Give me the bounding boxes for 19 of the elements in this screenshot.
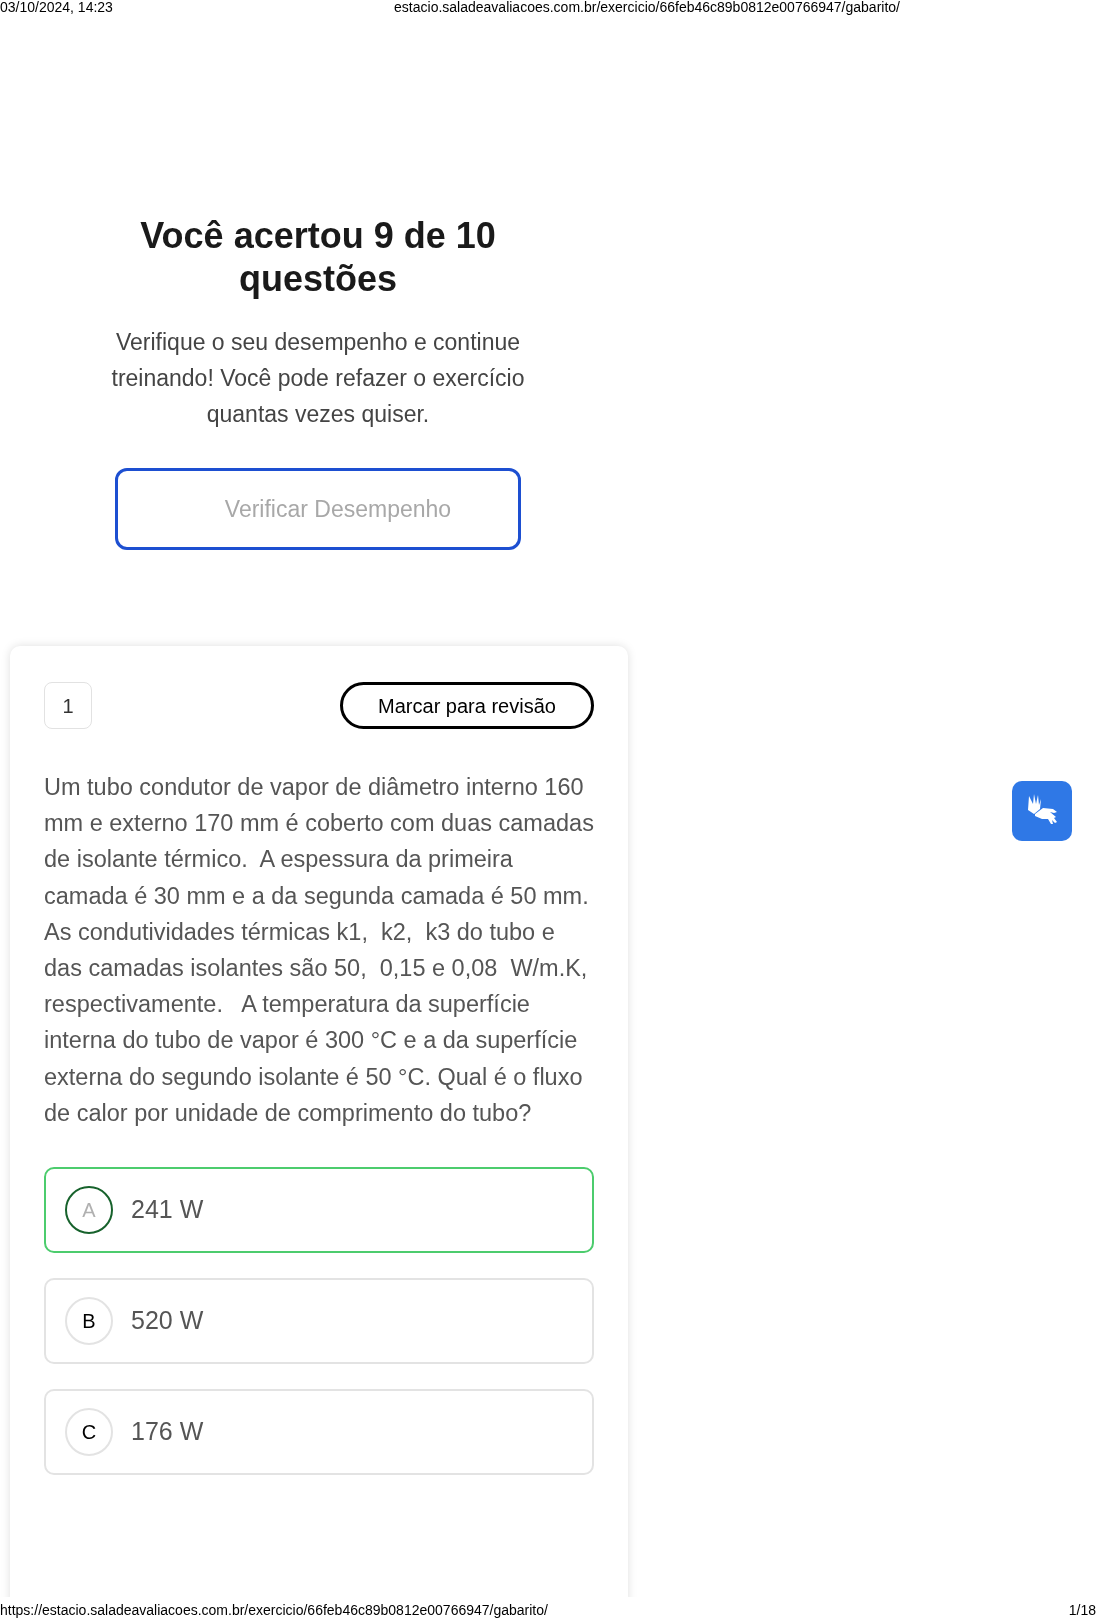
question-number: 1 bbox=[44, 682, 92, 729]
print-date: 03/10/2024, 14:23 bbox=[0, 0, 113, 17]
option-letter: C bbox=[65, 1408, 113, 1457]
result-message: Verifique o seu desempenho e continue treinando! Você pode refazer o exercício quantas vezes quiser. bbox=[110, 328, 526, 429]
answer-option[interactable]: B 520 W bbox=[44, 1278, 594, 1365]
page-number: 1/18 bbox=[1068, 1601, 1096, 1620]
option-letter: A bbox=[65, 1186, 113, 1235]
sign-language-icon[interactable] bbox=[1012, 781, 1072, 841]
question-text: Um tubo condutor de vapor de diâmetro interno 160 mm e externo 170 mm é coberto com duas camadas de isolante térmico. A espessura da primeira camada é 30 mm e a da segunda camada é 50 mm. As condutividades térmicas k1, k2, k3 do tubo e das camadas isolantes são 50, 0,15 e 0,08 W/m.K, respectivamente. A temperatura da superfície interna do tubo de vapor é 300 °C e a da superfície externa do segundo isolante é 50 °C. Qual é o fluxo de calor por unidade de comprimento do tubo? bbox=[44, 773, 594, 1128]
review-button[interactable]: Marcar para revisão bbox=[340, 682, 594, 729]
answer-option[interactable]: C 176 W bbox=[44, 1389, 594, 1476]
option-letter: B bbox=[65, 1297, 113, 1346]
answer-option[interactable]: A 241 W bbox=[44, 1167, 594, 1254]
option-text: 241 W bbox=[131, 1194, 204, 1226]
result-title: Você acertou 9 de 10 questões bbox=[139, 214, 497, 300]
option-text: 176 W bbox=[131, 1416, 204, 1448]
page-url: estacio.saladeavaliacoes.com.br/exercicio/66feb46c89b0812e00766947/gabarito/ bbox=[394, 0, 900, 17]
option-text: 520 W bbox=[131, 1305, 204, 1337]
page-url: https://estacio.saladeavaliacoes.com.br/exercicio/66feb46c89b0812e00766947/gabarito/ bbox=[0, 1601, 548, 1620]
